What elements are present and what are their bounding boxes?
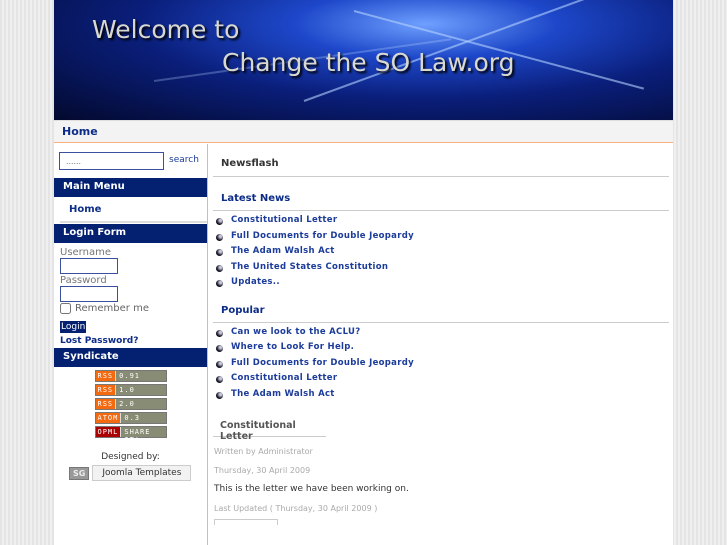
joomla-templates-button[interactable]: Joomla Templates xyxy=(92,465,192,481)
latest-news-item[interactable]: Full Documents for Double Jeopardy xyxy=(209,231,673,247)
article-author: Written by Administrator xyxy=(214,447,313,456)
latest-news-item[interactable]: Constitutional Letter xyxy=(209,215,673,231)
password-label: Password xyxy=(60,275,107,286)
feed-rss-20[interactable]: RSS 2.0 xyxy=(94,398,167,410)
article-title[interactable]: Constitutional Letter xyxy=(213,404,326,442)
menu-item-home[interactable]: Home xyxy=(60,197,207,223)
username-input[interactable] xyxy=(60,258,118,274)
sg-logo-icon: SG xyxy=(69,466,90,480)
banner-line1: Welcome to xyxy=(92,15,240,44)
login-button[interactable]: Login xyxy=(60,321,87,333)
latest-news-list: Constitutional Letter Full Documents for… xyxy=(209,215,673,293)
popular-title: Popular xyxy=(221,304,265,316)
designed-by-label: Designed by: xyxy=(101,452,160,462)
password-input[interactable] xyxy=(60,286,118,302)
syndicate-title: Syndicate xyxy=(54,348,207,367)
article-nav-box xyxy=(214,519,278,525)
latest-news-item[interactable]: The United States Constitution xyxy=(209,262,673,278)
feed-opml[interactable]: OPML SHARE IT! xyxy=(94,426,167,444)
page: Welcome to Change the SO Law.org Home se… xyxy=(54,0,673,545)
popular-item[interactable]: Can we look to the ACLU? xyxy=(209,327,673,343)
search-input[interactable] xyxy=(59,152,164,170)
username-label: Username xyxy=(60,247,111,258)
search-button[interactable]: search xyxy=(169,155,199,165)
article-body: This is the letter we have been working … xyxy=(214,484,409,494)
main-content: Newsflash Latest News Constitutional Let… xyxy=(209,144,673,545)
latest-news-item[interactable]: Updates.. xyxy=(209,277,673,293)
top-nav: Home xyxy=(54,120,673,143)
remember-checkbox[interactable] xyxy=(60,303,71,314)
latest-news-item[interactable]: The Adam Walsh Act xyxy=(209,246,673,262)
popular-item[interactable]: The Adam Walsh Act xyxy=(209,389,673,405)
nav-home[interactable]: Home xyxy=(62,125,98,138)
popular-item[interactable]: Where to Look For Help. xyxy=(209,342,673,358)
login-form-title: Login Form xyxy=(54,224,207,243)
banner-line2: Change the SO Law.org xyxy=(222,48,515,77)
feed-rss-10[interactable]: RSS 1.0 xyxy=(94,384,167,396)
feed-atom-03[interactable]: ATOM 0.3 xyxy=(94,412,167,424)
popular-item[interactable]: Full Documents for Double Jeopardy xyxy=(209,358,673,374)
site-banner: Welcome to Change the SO Law.org xyxy=(54,0,673,120)
left-sidebar: search Main Menu Home Login Form Usernam… xyxy=(54,144,208,545)
remember-label: Remember me xyxy=(75,303,149,314)
popular-item[interactable]: Constitutional Letter xyxy=(209,373,673,389)
article-updated: Last Updated ( Thursday, 30 April 2009 ) xyxy=(214,504,378,513)
article-date: Thursday, 30 April 2009 xyxy=(214,466,311,475)
feed-rss-091[interactable]: RSS 0.91 xyxy=(94,370,167,382)
main-menu-title: Main Menu xyxy=(54,178,207,197)
newsflash-title: Newsflash xyxy=(221,158,279,169)
latest-news-title: Latest News xyxy=(221,193,291,204)
popular-list: Can we look to the ACLU? Where to Look F… xyxy=(209,327,673,405)
feed-list: RSS 0.91 RSS 1.0 RSS 2.0 ATOM 0.3 OPML SHARE … xyxy=(54,370,207,444)
lost-password-link[interactable]: Lost Password? xyxy=(60,336,207,346)
